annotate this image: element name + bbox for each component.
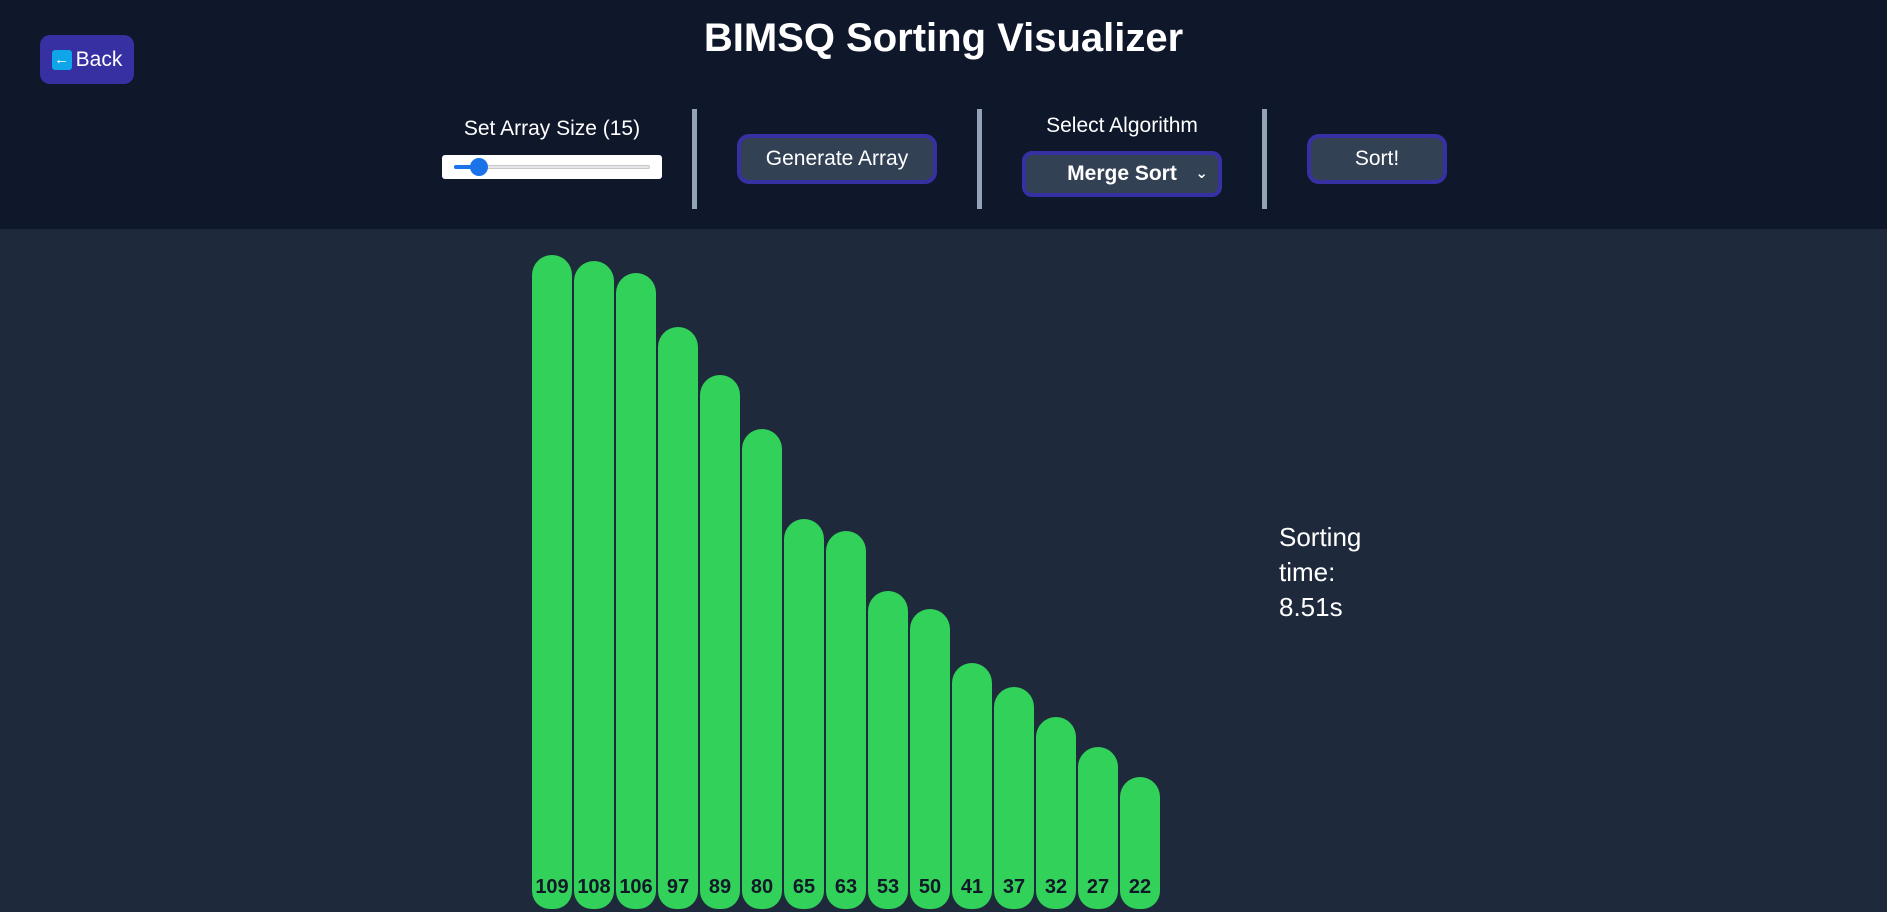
bar-value-label: 27 — [1086, 876, 1110, 898]
bar-value-label: 22 — [1128, 876, 1152, 898]
sorting-time-value: 8.51s — [1279, 592, 1343, 622]
chevron-down-icon: ⌄ — [1195, 165, 1208, 182]
bar-2 — [574, 261, 614, 909]
bar-value-label: 50 — [918, 876, 942, 898]
bar-value-label: 106 — [619, 876, 653, 898]
array-size-slider[interactable] — [442, 155, 662, 179]
bar-value-label: 32 — [1044, 876, 1068, 898]
bar-3 — [616, 273, 656, 909]
divider — [977, 109, 982, 209]
bar-8 — [826, 531, 866, 909]
bar-6 — [742, 429, 782, 909]
divider — [692, 109, 697, 209]
array-size-label: Set Array Size (15) — [463, 117, 641, 140]
bar-value-label: 109 — [535, 876, 569, 898]
bar-1 — [532, 255, 572, 909]
bar-4 — [658, 327, 698, 909]
bar-5 — [700, 375, 740, 909]
algorithm-label: Select Algorithm — [1046, 114, 1198, 137]
sorting-time-label-2: time: — [1279, 557, 1336, 587]
bar-value-label: 97 — [666, 876, 690, 898]
sorting-time-label-1: Sorting — [1279, 522, 1362, 552]
bar-9 — [868, 591, 908, 909]
bar-value-label: 37 — [1002, 876, 1026, 898]
bar-7 — [784, 519, 824, 909]
bar-value-label: 65 — [792, 876, 816, 898]
bar-value-label: 63 — [834, 876, 858, 898]
slider-thumb[interactable] — [470, 158, 489, 176]
algorithm-selected-value: Merge Sort — [1067, 162, 1177, 185]
divider — [1262, 109, 1267, 209]
bar-11 — [952, 663, 992, 909]
generate-array-button[interactable]: Generate Array — [737, 134, 937, 184]
bar-10 — [910, 609, 950, 909]
bar-value-label: 89 — [708, 876, 732, 898]
header-bar: ← Back BIMSQ Sorting Visualizer Set Arra… — [0, 0, 1887, 229]
page-title: BIMSQ Sorting Visualizer — [703, 16, 1184, 60]
algorithm-select[interactable]: Merge Sort ⌄ — [1022, 151, 1222, 197]
bar-value-label: 108 — [577, 876, 611, 898]
bar-value-label: 53 — [876, 876, 900, 898]
bar-value-label: 80 — [750, 876, 774, 898]
bar-value-label: 41 — [960, 876, 984, 898]
sorting-time: Sorting time: 8.51s — [1279, 520, 1399, 625]
controls-bar: Set Array Size (15) Generate Array Selec… — [0, 109, 1887, 209]
sort-button[interactable]: Sort! — [1307, 134, 1447, 184]
